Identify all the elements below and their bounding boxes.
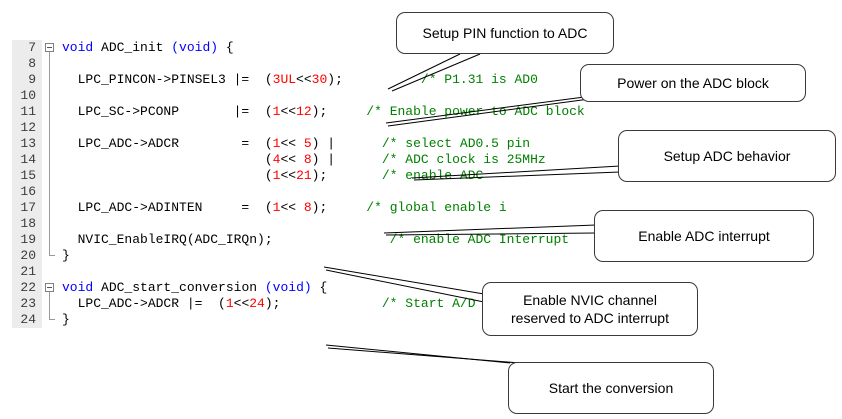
connector-pin-function (387, 53, 461, 90)
callout-power: Power on the ADC block (580, 64, 806, 102)
callout-nvic-text-1: Enable NVIC channel (523, 292, 657, 308)
connector-pin-function-2 (391, 53, 481, 92)
callout-pin-function-text: Setup PIN function to ADC (422, 25, 588, 41)
callout-start-text: Start the conversion (548, 380, 674, 396)
connector-nvic (323, 266, 485, 295)
connector-nvic-2 (325, 269, 485, 303)
callout-nvic-text-2: reserved to ADC interrupt (511, 310, 669, 326)
callout-start: Start the conversion (508, 362, 714, 414)
callout-behavior-text: Setup ADC behavior (663, 148, 791, 164)
callout-interrupt: Enable ADC interrupt (594, 210, 814, 262)
connector-interrupt-2 (385, 232, 597, 236)
connector-power (385, 95, 593, 124)
callout-interrupt-text: Enable ADC interrupt (638, 228, 770, 244)
connector-interrupt (383, 224, 597, 234)
callout-power-text: Power on the ADC block (617, 75, 769, 91)
callout-nvic: Enable NVIC channel reserved to ADC inte… (482, 282, 698, 336)
connector-power-2 (387, 95, 613, 127)
callout-pin-function: Setup PIN function to ADC (396, 12, 614, 54)
connector-start-2 (327, 347, 521, 364)
callout-behavior: Setup ADC behavior (618, 130, 836, 182)
